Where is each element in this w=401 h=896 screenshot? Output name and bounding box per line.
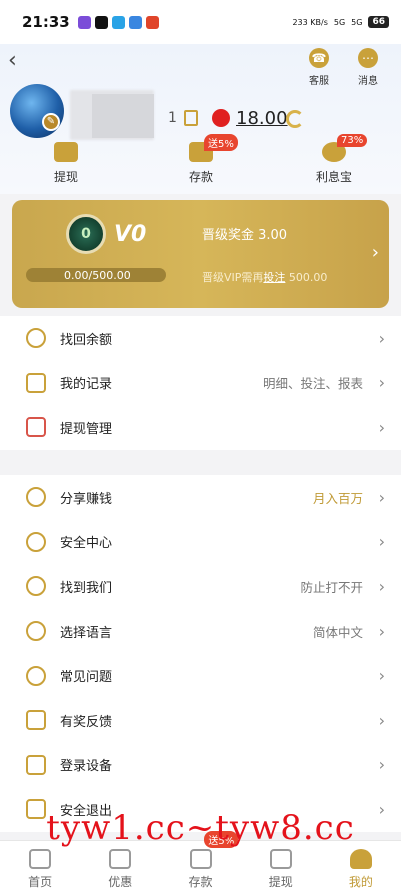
share-user-icon bbox=[26, 487, 46, 508]
network-speed: 233 KB/s bbox=[292, 17, 328, 27]
menu-group-general: 分享赚钱 月入百万 › 安全中心 › 找到我们 防止打不开 › 选择语言 简体中… bbox=[0, 475, 401, 832]
menu-faq[interactable]: 常见问题 › bbox=[0, 653, 401, 698]
search-icon bbox=[26, 328, 46, 349]
app-notification-icon bbox=[145, 15, 159, 29]
menu-security-center[interactable]: 安全中心 › bbox=[0, 520, 401, 565]
menu-withdraw-management[interactable]: 提现管理 › bbox=[0, 405, 401, 450]
chevron-right-icon: › bbox=[378, 755, 385, 775]
shield-icon bbox=[26, 531, 46, 552]
bet-link[interactable]: 投注 bbox=[263, 271, 285, 284]
edit-icon bbox=[26, 710, 46, 731]
status-bar: 21:33 233 KB/s 5G 5G 66 bbox=[0, 0, 401, 44]
status-right: 233 KB/s 5G 5G 66 bbox=[292, 16, 389, 28]
tab-promotions[interactable]: 优惠 bbox=[80, 841, 160, 896]
vip-progress-text: 0.00/500.00 bbox=[64, 269, 131, 282]
chevron-right-icon: › bbox=[378, 532, 385, 552]
wallet-icon bbox=[189, 849, 212, 869]
signal-icon: 5G bbox=[351, 17, 363, 27]
bottom-tab-bar: 首页 优惠 送5% 存款 提现 我的 bbox=[0, 831, 401, 896]
china-flag-icon[interactable] bbox=[212, 109, 230, 127]
app-notification-icon bbox=[128, 15, 142, 29]
globe-icon bbox=[26, 621, 46, 642]
edit-avatar-icon[interactable]: ✎ bbox=[42, 113, 60, 131]
records-icon bbox=[26, 372, 46, 393]
copy-icon[interactable] bbox=[184, 110, 198, 126]
menu-my-records[interactable]: 我的记录 明细、投注、报表 › bbox=[0, 361, 401, 406]
menu-recover-balance[interactable]: 找回余额 › bbox=[0, 316, 401, 361]
messages-button[interactable]: ⋯ 消息 bbox=[348, 48, 388, 87]
telegram-icon bbox=[111, 15, 125, 29]
redacted-username bbox=[92, 94, 154, 138]
menu-feedback[interactable]: 有奖反馈 › bbox=[0, 698, 401, 743]
signal-icon: 5G bbox=[333, 17, 346, 27]
quick-interest[interactable]: 73% 利息宝 bbox=[299, 134, 369, 185]
profile-header: ‹ ☎ 客服 ⋯ 消息 ✎ 1 18.00 提现 送5% 存款 73% 利息宝 bbox=[0, 44, 401, 194]
menu-find-us[interactable]: 找到我们 防止打不开 › bbox=[0, 564, 401, 609]
chevron-right-icon: › bbox=[378, 621, 385, 641]
quick-interest-label: 利息宝 bbox=[315, 170, 352, 184]
find-icon bbox=[26, 576, 46, 597]
tiktok-icon bbox=[94, 15, 108, 29]
gift-icon bbox=[109, 849, 132, 869]
quick-deposit-label: 存款 bbox=[188, 170, 213, 184]
refresh-icon[interactable] bbox=[286, 110, 304, 128]
chevron-right-icon: › bbox=[378, 576, 385, 596]
user-id: 1 bbox=[168, 110, 177, 126]
devices-icon bbox=[26, 754, 46, 775]
vip-card[interactable]: 0 V0 晋级奖金 3.00 0.00/500.00 晋级VIP需再投注 500… bbox=[12, 200, 389, 308]
withdraw-icon bbox=[54, 142, 78, 162]
balance[interactable]: 18.00 bbox=[236, 108, 288, 129]
vip-upgrade-hint: 晋级VIP需再投注 500.00 bbox=[202, 271, 328, 284]
chevron-right-icon: › bbox=[378, 487, 385, 507]
back-button[interactable]: ‹ bbox=[8, 50, 32, 74]
battery-icon: 66 bbox=[368, 16, 389, 28]
interest-rate-badge: 73% bbox=[337, 134, 368, 147]
tab-deposit[interactable]: 送5% 存款 bbox=[160, 831, 240, 896]
withdraw-icon bbox=[269, 849, 292, 869]
question-icon bbox=[26, 665, 46, 686]
chevron-right-icon: › bbox=[378, 328, 385, 348]
tab-withdraw[interactable]: 提现 bbox=[241, 841, 321, 896]
service-label: 客服 bbox=[309, 76, 329, 87]
app-notification-icon bbox=[77, 15, 91, 29]
vip-bonus: 晋级奖金 3.00 bbox=[202, 228, 288, 243]
notification-icons bbox=[77, 15, 159, 29]
user-icon bbox=[349, 849, 372, 869]
menu-language[interactable]: 选择语言 简体中文 › bbox=[0, 609, 401, 654]
quick-withdraw-label: 提现 bbox=[53, 170, 78, 184]
headset-icon: ☎ bbox=[309, 48, 329, 68]
vip-level: V0 bbox=[114, 222, 147, 247]
watermark-text: tyw1.cc~tyw8.cc bbox=[46, 808, 355, 848]
chevron-right-icon: › bbox=[378, 417, 385, 437]
chevron-right-icon: › bbox=[378, 666, 385, 686]
vip-medal-icon: 0 bbox=[66, 214, 106, 254]
chevron-right-icon: › bbox=[378, 710, 385, 730]
message-icon: ⋯ bbox=[358, 48, 378, 68]
customer-service-button[interactable]: ☎ 客服 bbox=[299, 48, 339, 87]
chevron-right-icon: › bbox=[378, 373, 385, 393]
quick-withdraw[interactable]: 提现 bbox=[31, 142, 101, 185]
message-label: 消息 bbox=[358, 76, 378, 87]
tab-mine[interactable]: 我的 bbox=[321, 841, 401, 896]
card-icon bbox=[26, 417, 46, 438]
avatar[interactable] bbox=[10, 84, 64, 138]
tab-home[interactable]: 首页 bbox=[0, 841, 80, 896]
menu-login-devices[interactable]: 登录设备 › bbox=[0, 743, 401, 788]
status-time: 21:33 bbox=[22, 13, 70, 31]
menu-share-earn[interactable]: 分享赚钱 月入百万 › bbox=[0, 475, 401, 520]
menu-group-account: 找回余额 › 我的记录 明细、投注、报表 › 提现管理 › bbox=[0, 316, 401, 450]
deposit-bonus-badge: 送5% bbox=[204, 134, 238, 151]
home-icon bbox=[29, 849, 52, 869]
quick-deposit[interactable]: 送5% 存款 bbox=[166, 134, 238, 185]
chevron-right-icon: › bbox=[371, 242, 379, 263]
